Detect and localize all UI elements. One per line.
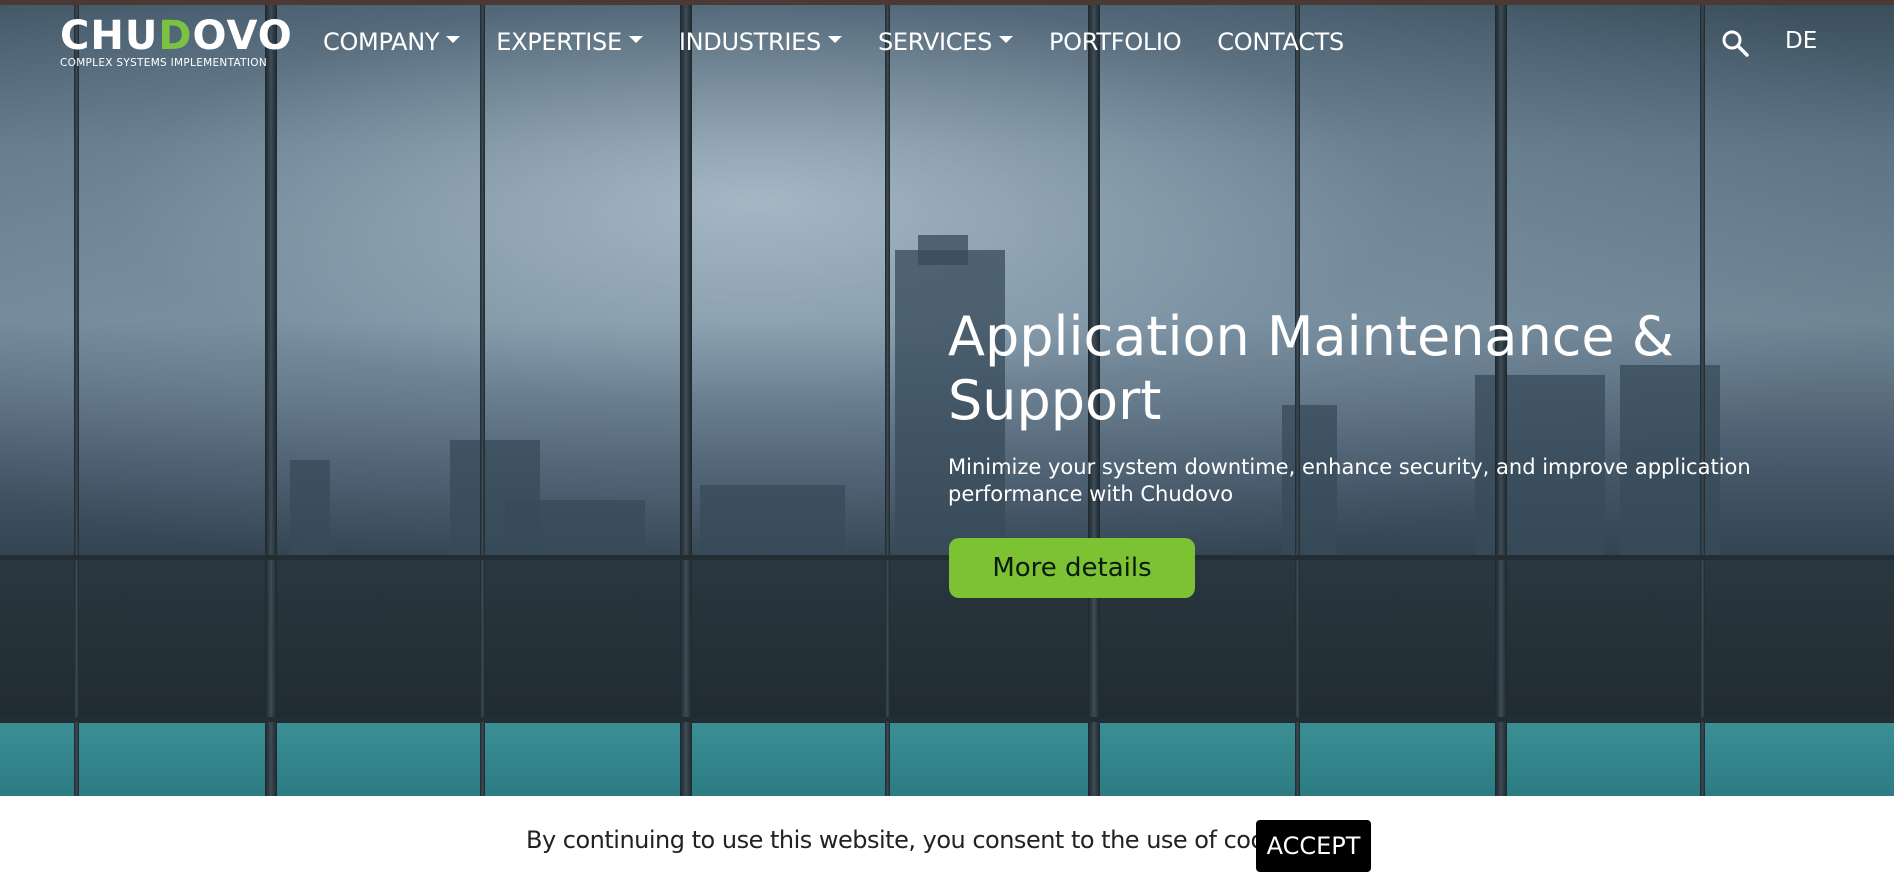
search-button[interactable] xyxy=(1720,28,1750,58)
language-switch[interactable]: DE xyxy=(1785,28,1817,54)
background-building xyxy=(450,440,540,570)
caret-down-icon xyxy=(628,35,643,43)
nav-item-label: PORTFOLIO xyxy=(1049,28,1182,56)
window-mullion xyxy=(885,5,890,796)
hero-subtitle: Minimize your system downtime, enhance s… xyxy=(948,455,1751,506)
nav-item-company[interactable]: COMPANY xyxy=(323,28,461,56)
background-building xyxy=(290,460,330,570)
more-details-button[interactable]: More details xyxy=(949,538,1195,598)
window-mullion xyxy=(480,5,485,796)
window-mullion xyxy=(265,5,277,796)
nav-item-label: COMPANY xyxy=(323,28,440,56)
logo-leaf-letter: D xyxy=(158,13,193,59)
caret-down-icon xyxy=(827,35,842,43)
nav-item-contacts[interactable]: CONTACTS xyxy=(1217,28,1344,56)
caret-down-icon xyxy=(446,35,461,43)
search-icon xyxy=(1722,30,1749,57)
window-mullion xyxy=(680,5,692,796)
nav-item-portfolio[interactable]: PORTFOLIO xyxy=(1049,28,1182,56)
nav-item-label: SERVICES xyxy=(877,28,992,56)
logo-tagline: COMPLEX SYSTEMS IMPLEMENTATION xyxy=(60,57,267,69)
accept-cookies-button[interactable]: ACCEPT xyxy=(1256,820,1371,872)
nav-item-label: INDUSTRIES xyxy=(678,28,821,56)
logo-wordmark: CHUDOVO xyxy=(60,13,293,59)
window-mullion xyxy=(74,5,79,796)
hero-background-teal xyxy=(0,723,1894,796)
window-transom xyxy=(0,555,1894,560)
caret-down-icon xyxy=(999,35,1013,43)
nav-item-label: EXPERTISE xyxy=(496,28,622,56)
nav-item-label: CONTACTS xyxy=(1217,28,1344,56)
window-transom xyxy=(0,717,1894,722)
hero-background-lower xyxy=(0,560,1894,730)
nav-item-expertise[interactable]: EXPERTISE xyxy=(496,28,643,56)
cookie-consent-text: By continuing to use this website, you c… xyxy=(526,826,1318,854)
nav-item-services[interactable]: SERVICES xyxy=(878,28,1013,56)
background-building xyxy=(918,235,968,265)
cookie-banner: By continuing to use this website, you c… xyxy=(0,796,1894,896)
main-navigation: COMPANY EXPERTISE INDUSTRIES SERVICES PO… xyxy=(323,28,1380,56)
chudovo-logo[interactable]: CHUDOVO COMPLEX SYSTEMS IMPLEMENTATION xyxy=(60,13,293,70)
hero-title: Application Maintenance & Support xyxy=(948,305,1674,432)
nav-item-industries[interactable]: INDUSTRIES xyxy=(679,28,842,56)
